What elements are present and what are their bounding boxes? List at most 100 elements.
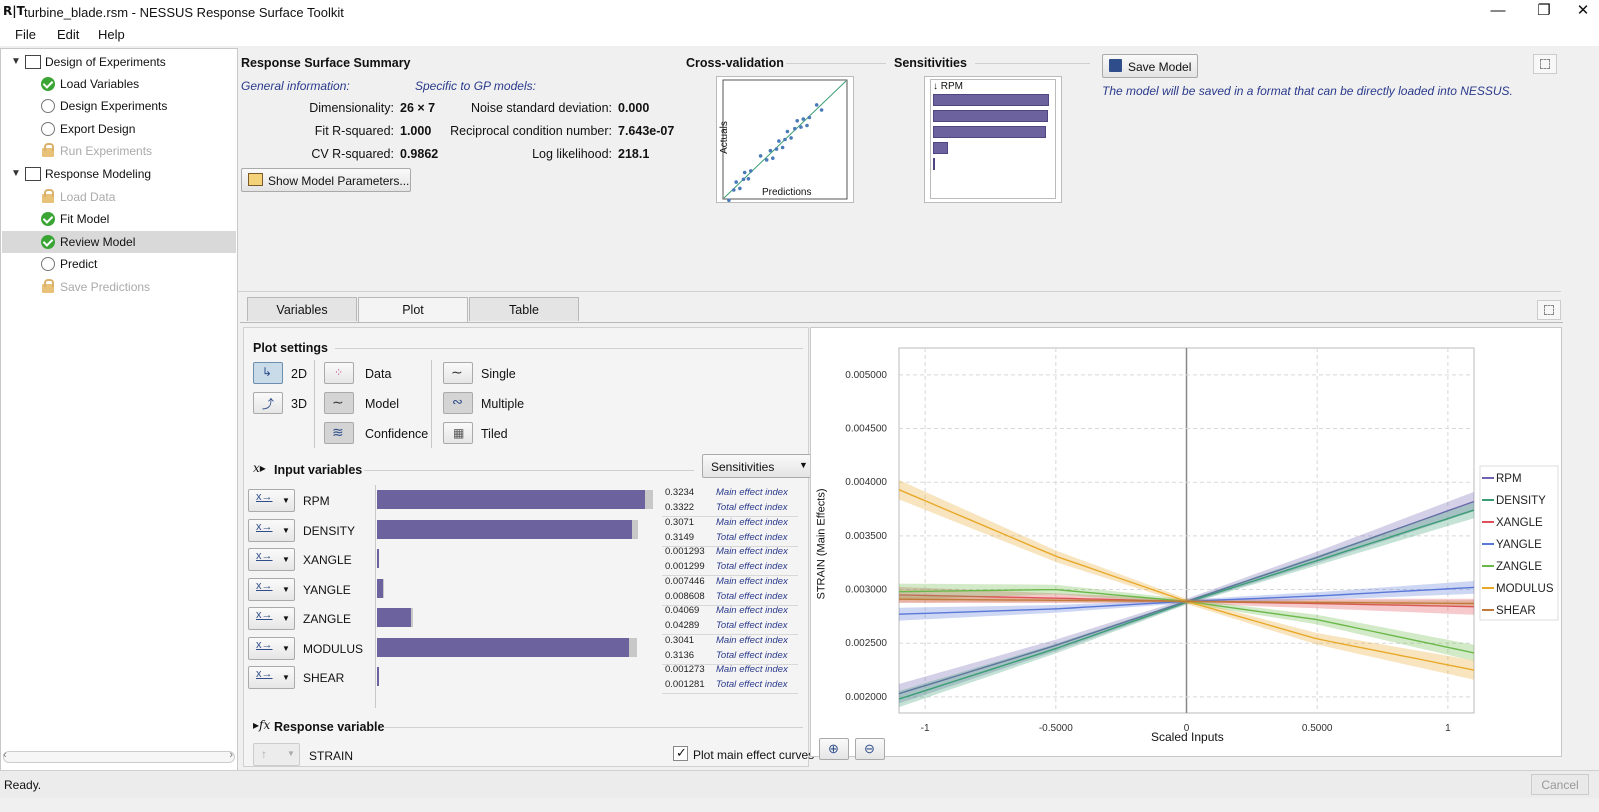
variable-axis-dropdown[interactable]: x→ ▼ xyxy=(248,666,295,689)
response-surface-icon xyxy=(25,167,41,181)
variable-axis-dropdown[interactable]: x→ ▼ xyxy=(248,548,295,571)
plot-main-effect-checkbox[interactable]: ✓ xyxy=(673,745,688,761)
tree-item-predict[interactable]: Predict xyxy=(1,253,237,275)
variable-axis-dropdown[interactable]: x→ ▼ xyxy=(248,489,295,512)
chevron-down-icon: ▼ xyxy=(282,496,290,505)
tree-item-load-variables[interactable]: Load Variables xyxy=(1,73,237,95)
x-axis-assign-icon: x→ xyxy=(256,579,273,592)
mode-tiled-button[interactable]: ▦ xyxy=(443,422,473,444)
zoom-out-button[interactable]: ⊖ xyxy=(855,738,885,760)
save-model-label: Save Model xyxy=(1128,60,1192,74)
splitter[interactable] xyxy=(238,291,1561,295)
main-effects-chart[interactable]: -1 -0.5000 0 0.5000 1 0.002000 0.002500 0.00300… xyxy=(810,327,1562,760)
crossval-plot[interactable]: Predictions Actuals xyxy=(716,76,854,203)
show-model-parameters-button[interactable]: Show Model Parameters... xyxy=(241,168,411,192)
sensitivities-title: Sensitivities xyxy=(894,56,967,70)
total-effect-label: Total effect index xyxy=(716,531,788,543)
input-variables-icon: x▸ xyxy=(253,461,266,475)
scroll-right-icon[interactable]: › xyxy=(229,749,233,761)
check-icon xyxy=(41,235,55,249)
horizontal-scrollbar[interactable]: ‹ › xyxy=(3,749,235,763)
tree-label: Run Experiments xyxy=(60,144,153,158)
crossval-point xyxy=(780,145,785,150)
sensitivities-plot[interactable]: ↓ RPM xyxy=(924,76,1062,203)
maximize-button[interactable]: ❐ xyxy=(1521,0,1567,24)
total-effect-label: Total effect index xyxy=(716,679,788,690)
tree-item-load-data: Load Data xyxy=(1,186,237,208)
reciprocal-condition-value: 7.643e-07 xyxy=(618,124,675,138)
menu-file[interactable]: File xyxy=(15,27,36,42)
cancel-button[interactable]: Cancel xyxy=(1531,774,1589,795)
layer-confidence-button[interactable]: ≋ xyxy=(324,422,354,444)
crossval-point xyxy=(805,123,809,128)
tree-group-response-modeling[interactable]: ▼ Response Modeling xyxy=(1,163,237,185)
menu-help[interactable]: Help xyxy=(98,27,125,42)
tab-plot[interactable]: Plot xyxy=(358,297,468,323)
chevron-down-icon: ▼ xyxy=(282,614,290,623)
response-variable-button: ↑ ▼ xyxy=(253,743,300,766)
maximize-panel-button[interactable] xyxy=(1533,54,1557,74)
variable-axis-dropdown[interactable]: x→ ▼ xyxy=(248,607,295,630)
tree-group-doe[interactable]: ▼ Design of Experiments xyxy=(1,51,237,73)
axes-2d-icon: ↳ xyxy=(262,365,273,379)
mode-single-button[interactable]: ∼ xyxy=(443,362,473,384)
maximize-plot-panel-button[interactable] xyxy=(1537,300,1561,320)
layer-model-button[interactable]: ∼ xyxy=(324,392,354,414)
fit-r-squared-value: 1.000 xyxy=(400,124,432,138)
total-effect-label: Total effect index xyxy=(716,590,788,602)
total-effect-label: Total effect index xyxy=(716,620,788,631)
chevron-down-icon: ▼ xyxy=(282,525,290,535)
noise-sd-label: Noise standard deviation: xyxy=(470,101,612,115)
chevron-down-icon: ▼ xyxy=(799,460,808,470)
sensitivities-frame: ↓ RPM xyxy=(930,79,1056,199)
input-variables-separator xyxy=(364,470,694,471)
sort-dropdown-value: Sensitivities xyxy=(711,460,775,474)
variable-name: SHEAR xyxy=(303,671,345,685)
curve-icon: ∼ xyxy=(332,394,344,410)
tree-item-review-model[interactable]: Review Model xyxy=(2,231,236,253)
crossval-point xyxy=(801,117,806,121)
mode-single-label: Single xyxy=(481,367,516,381)
expand-icon xyxy=(1544,305,1554,315)
legend-label: XANGLE xyxy=(1496,517,1543,529)
plot-settings-title: Plot settings xyxy=(253,341,329,355)
tree-item-design-experiments[interactable]: Design Experiments xyxy=(1,95,237,117)
tree-item-fit-model[interactable]: Fit Model xyxy=(1,208,237,230)
save-model-button[interactable]: Save Model xyxy=(1102,54,1198,78)
response-fx-icon: ▸f𝑥 xyxy=(253,718,271,732)
sort-dropdown[interactable]: Sensitivities ▼ xyxy=(702,454,814,478)
mode-multiple-button[interactable]: ∾ xyxy=(443,392,473,414)
layer-data-button[interactable]: ⁘ xyxy=(324,362,354,384)
tree-label: Load Data xyxy=(60,190,116,204)
title-bar: R|T turbine_blade.rsm - NESSUS Response … xyxy=(0,0,1599,24)
menu-edit[interactable]: Edit xyxy=(57,27,79,42)
scroll-left-icon[interactable]: ‹ xyxy=(3,749,7,761)
main-effect-label: Main effect index xyxy=(716,487,788,498)
expand-triangle-icon[interactable]: ▼ xyxy=(11,163,21,185)
legend-label: MODULUS xyxy=(1496,583,1554,595)
tree-item-export-design[interactable]: Export Design xyxy=(1,118,237,140)
variable-axis-dropdown[interactable]: x→ ▼ xyxy=(248,636,295,660)
dim-2d-button[interactable]: ↳ xyxy=(253,362,283,384)
zoom-in-button[interactable]: ⊕ xyxy=(819,738,849,760)
main-effect-bar xyxy=(377,608,411,627)
axes-3d-icon: ⤴ xyxy=(262,397,275,411)
total-effect-value: 0.001299 xyxy=(665,561,705,572)
minimize-button[interactable]: — xyxy=(1475,0,1521,24)
variable-axis-dropdown[interactable]: x→ ▼ xyxy=(248,577,295,601)
expand-triangle-icon[interactable]: ▼ xyxy=(11,51,21,73)
pending-circle-icon xyxy=(41,257,55,271)
sensitivity-bar xyxy=(933,126,1047,138)
tab-variables[interactable]: Variables xyxy=(247,297,357,321)
expand-icon xyxy=(1540,59,1550,69)
tab-table[interactable]: Table xyxy=(469,297,579,321)
close-button[interactable]: ✕ xyxy=(1567,0,1599,24)
dim-3d-button[interactable]: ⤴ xyxy=(253,392,283,414)
response-variable-name: STRAIN xyxy=(309,749,354,763)
x-axis-assign-icon: x→ xyxy=(256,638,273,651)
main-effects-plot-svg[interactable]: -1 -0.5000 0 0.5000 10.0020000.0025000.00300… xyxy=(811,328,1561,756)
chart-ylabel: STRAIN (Main Effects) xyxy=(815,488,828,600)
lock-icon xyxy=(42,279,54,293)
variable-axis-dropdown[interactable]: x→ ▼ xyxy=(248,518,295,542)
tree-label: Export Design xyxy=(60,122,136,136)
